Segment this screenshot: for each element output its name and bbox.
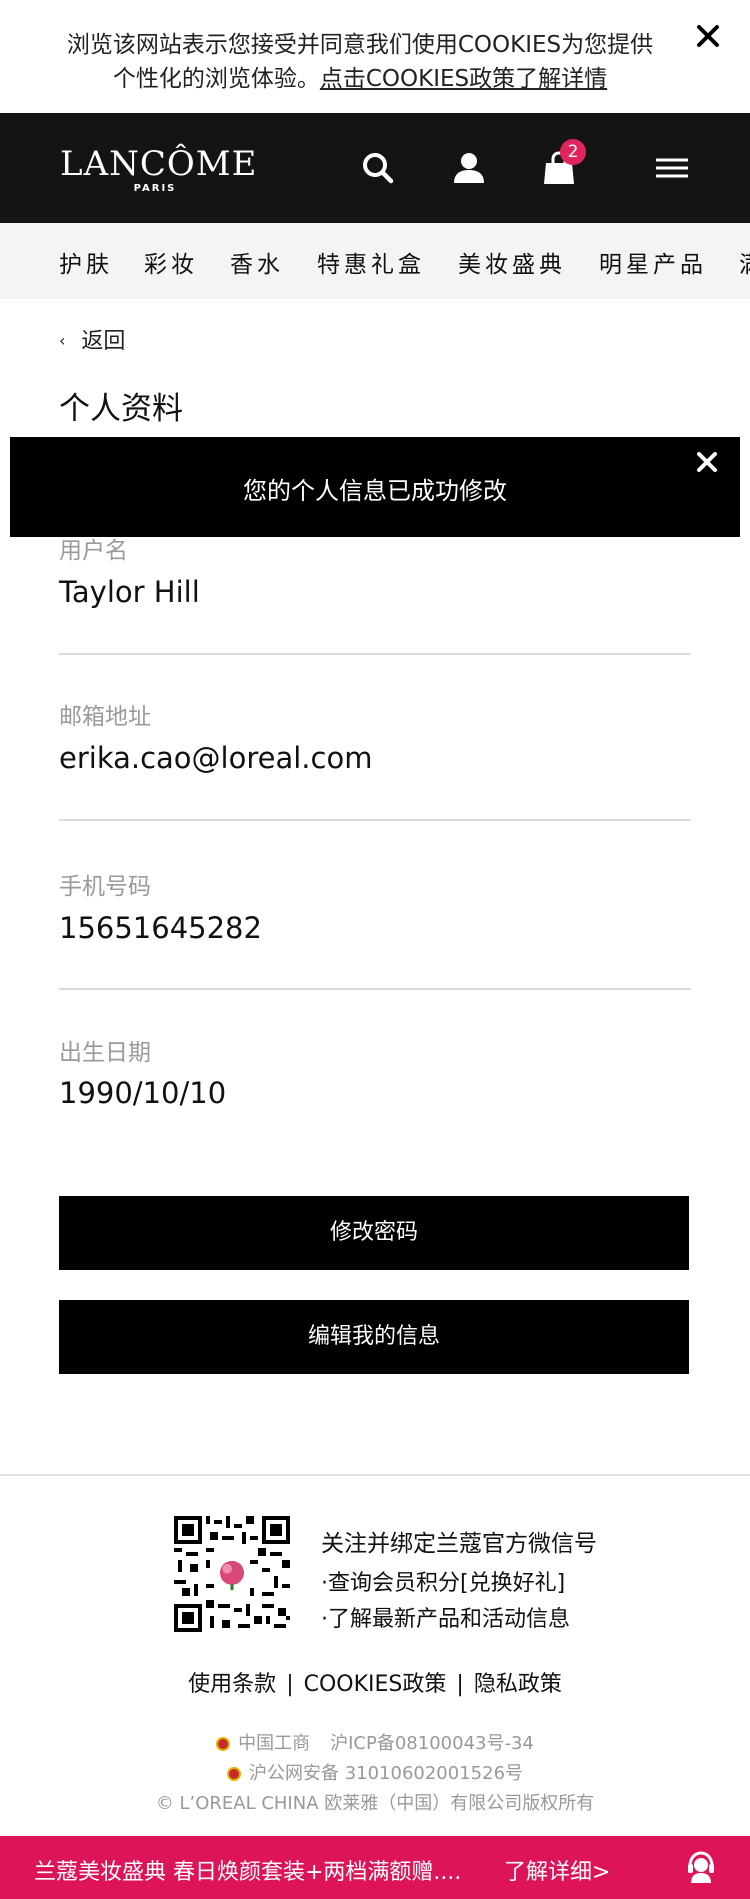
search-icon[interactable] bbox=[359, 149, 397, 187]
footer-divider bbox=[0, 1474, 750, 1476]
menu-icon[interactable] bbox=[654, 149, 690, 187]
wechat-follow-line: ·了解最新产品和活动信息 bbox=[321, 1607, 570, 1632]
wechat-follow-line: ·查询会员积分[兑换好礼] bbox=[321, 1571, 566, 1596]
page-title: 个人资料 bbox=[59, 391, 183, 427]
divider bbox=[59, 819, 691, 821]
icp-number[interactable]: 沪ICP备08100043号-34 bbox=[330, 1733, 534, 1754]
birthdate-label: 出生日期 bbox=[59, 1040, 151, 1066]
promo-more-link[interactable]: 了解详细> bbox=[504, 1854, 610, 1886]
promo-bar[interactable]: 兰蔻美妆盛典 春日焕颜套装+两档满额赠.... 了解详细> bbox=[0, 1836, 750, 1899]
nav-item-more[interactable]: 满 bbox=[739, 245, 750, 279]
police-record: 沪公网安备 31010602001526号 bbox=[0, 1759, 750, 1785]
toast-message: 您的个人信息已成功修改 bbox=[243, 477, 507, 505]
link-separator: | bbox=[456, 1672, 464, 1697]
success-toast: 您的个人信息已成功修改 bbox=[10, 437, 740, 537]
privacy-policy-link[interactable]: 隐私政策 bbox=[474, 1672, 562, 1697]
cart-count-badge: 2 bbox=[560, 139, 586, 165]
email-value: erika.cao@loreal.com bbox=[59, 741, 373, 775]
close-icon[interactable] bbox=[692, 447, 722, 477]
chevron-left-icon: ‹ bbox=[59, 331, 66, 350]
back-link[interactable]: ‹ 返回 bbox=[59, 323, 125, 355]
business-emblem-icon bbox=[216, 1737, 231, 1751]
site-header: LANCÔME PARIS 2 bbox=[0, 113, 750, 223]
divider bbox=[59, 988, 691, 990]
category-nav: 护肤 彩妆 香水 特惠礼盒 美妆盛典 明星产品 满 bbox=[0, 223, 750, 299]
nav-item-makeup[interactable]: 彩妆 bbox=[144, 245, 198, 279]
police-emblem-icon bbox=[226, 1767, 241, 1781]
email-label: 邮箱地址 bbox=[59, 704, 151, 730]
back-label: 返回 bbox=[81, 329, 126, 354]
edit-info-button[interactable]: 编辑我的信息 bbox=[59, 1300, 689, 1374]
copyright: © L’OREAL CHINA 欧莱雅（中国）有限公司版权所有 bbox=[155, 1793, 595, 1814]
nav-item-beauty-festival[interactable]: 美妆盛典 bbox=[458, 245, 566, 279]
logo-wordmark: LANCÔME bbox=[60, 144, 258, 184]
change-password-button[interactable]: 修改密码 bbox=[59, 1196, 689, 1270]
footer-links: 使用条款 | COOKIES政策 | 隐私政策 bbox=[0, 1666, 750, 1698]
nav-item-skincare[interactable]: 护肤 bbox=[59, 245, 113, 279]
nav-item-fragrance[interactable]: 香水 bbox=[230, 245, 284, 279]
account-icon[interactable] bbox=[450, 149, 488, 187]
logo-subtext: PARIS bbox=[133, 183, 177, 194]
promo-text: 兰蔻美妆盛典 春日焕颜套装+两档满额赠.... bbox=[34, 1860, 462, 1885]
phone-value: 15651645282 bbox=[59, 911, 262, 945]
cookie-policy-link[interactable]: 点击COOKIES政策了解详情 bbox=[320, 66, 607, 92]
close-icon[interactable] bbox=[690, 18, 726, 54]
phone-label: 手机号码 bbox=[59, 874, 151, 900]
nav-item-star-products[interactable]: 明星产品 bbox=[599, 245, 707, 279]
divider bbox=[59, 653, 691, 655]
customer-service-icon[interactable] bbox=[686, 1850, 716, 1884]
wechat-follow-title: 关注并绑定兰蔻官方微信号 bbox=[321, 1531, 597, 1557]
icp-record: 中国工商 沪ICP备08100043号-34 bbox=[0, 1729, 750, 1755]
lancome-logo[interactable]: LANCÔME PARIS bbox=[60, 144, 258, 197]
business-registry-link[interactable]: 中国工商 bbox=[238, 1733, 310, 1754]
cookie-banner: 浏览该网站表示您接受并同意我们使用COOKIES为您提供个性化的浏览体验。点击C… bbox=[0, 0, 750, 113]
police-record-number[interactable]: 沪公网安备 31010602001526号 bbox=[249, 1763, 523, 1784]
cookie-notice: 浏览该网站表示您接受并同意我们使用COOKIES为您提供个性化的浏览体验。点击C… bbox=[60, 28, 660, 96]
username-value: Taylor Hill bbox=[59, 575, 200, 609]
birthdate-value: 1990/10/10 bbox=[59, 1076, 227, 1110]
link-separator: | bbox=[286, 1672, 294, 1697]
wechat-qr-code bbox=[174, 1516, 290, 1632]
nav-item-gift-sets[interactable]: 特惠礼盒 bbox=[317, 245, 425, 279]
terms-link[interactable]: 使用条款 bbox=[188, 1672, 276, 1697]
cookies-policy-link[interactable]: COOKIES政策 bbox=[304, 1672, 447, 1697]
